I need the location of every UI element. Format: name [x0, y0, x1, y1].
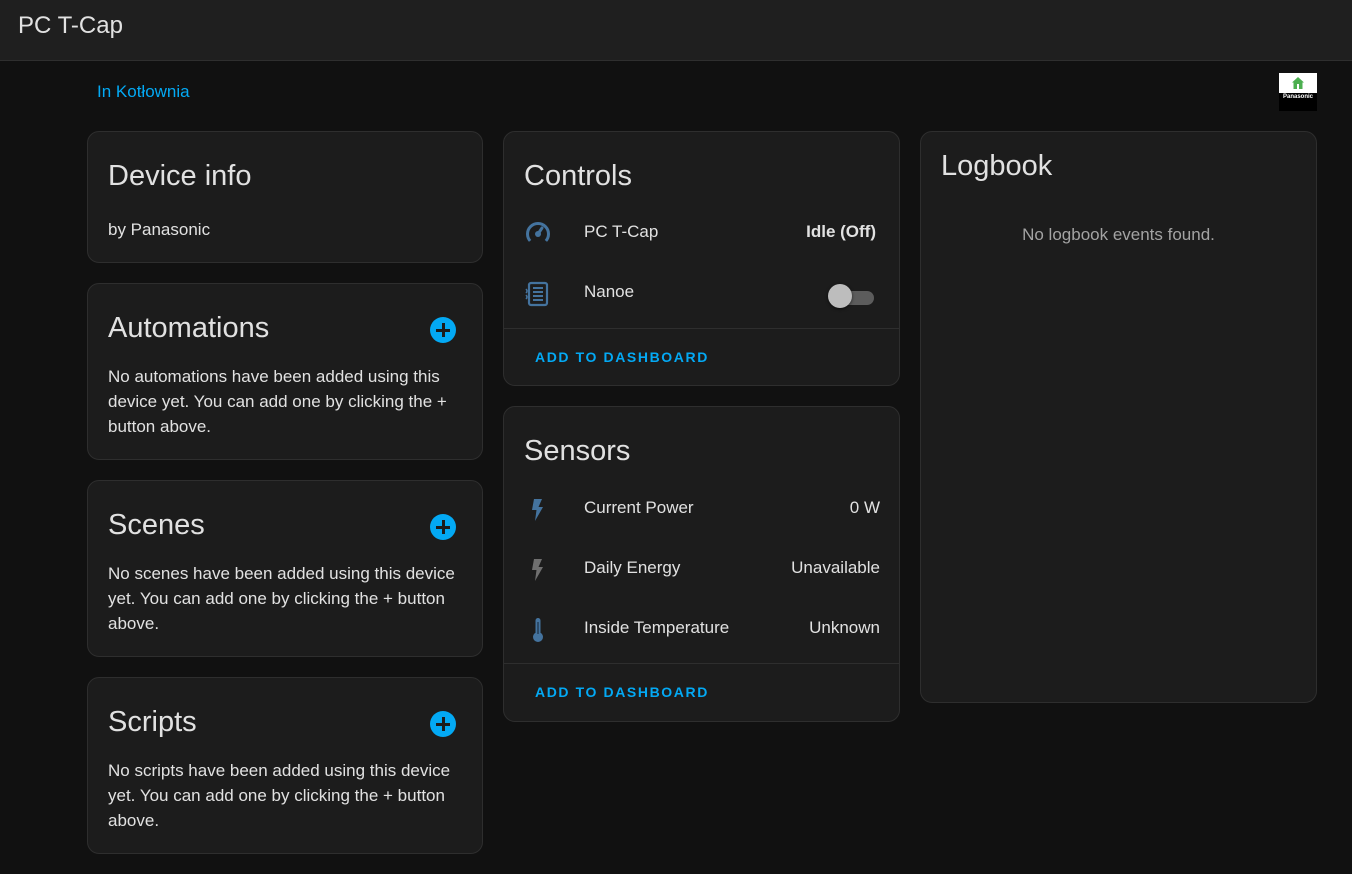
add-to-dashboard-button[interactable]: ADD TO DASHBOARD: [535, 684, 709, 700]
add-automation-button[interactable]: [430, 317, 456, 343]
entity-state: 0 W: [849, 498, 880, 517]
divider: [504, 663, 900, 664]
brand-logo-text: Panasonic: [1282, 94, 1313, 100]
climate-gauge-icon: [526, 222, 550, 247]
lightning-icon: [532, 559, 543, 581]
entity-row-nanoe[interactable]: Nanoe: [504, 272, 900, 312]
scripts-empty-text: No scripts have been added using this de…: [108, 761, 451, 830]
entity-name: Daily Energy: [584, 558, 681, 577]
air-filter-icon: [525, 281, 549, 307]
logbook-card: Logbook No logbook events found.: [920, 131, 1317, 703]
entity-name: PC T-Cap: [584, 222, 659, 241]
nanoe-toggle[interactable]: [828, 284, 876, 308]
entity-name: Current Power: [584, 498, 694, 517]
lightning-icon: [532, 499, 543, 521]
scenes-card: Scenes No scenes have been added using t…: [87, 480, 483, 657]
thermometer-icon: [533, 618, 543, 642]
manufacturer-text: by Panasonic: [108, 220, 211, 239]
scenes-empty-text: No scenes have been added using this dev…: [108, 564, 455, 633]
area-link[interactable]: In Kotłownia: [97, 82, 190, 102]
logbook-empty-text: No logbook events found.: [1022, 225, 1215, 244]
automations-empty-text: No automations have been added using thi…: [108, 367, 447, 436]
device-info-title: Device info: [108, 160, 252, 192]
controls-card: Controls PC T-Cap Idle (Off) Nanoe ADD T…: [503, 131, 900, 386]
top-app-bar: PC T-Cap: [0, 0, 1352, 61]
entity-name: Nanoe: [584, 282, 635, 301]
entity-row-climate[interactable]: PC T-Cap Idle (Off): [504, 212, 900, 252]
device-info-card: Device info by Panasonic: [87, 131, 483, 263]
entity-state: Idle (Off): [806, 222, 876, 241]
automations-title: Automations: [108, 312, 270, 344]
entity-row-current-power[interactable]: Current Power 0 W: [504, 488, 900, 528]
house-icon: [1292, 77, 1304, 89]
scripts-card: Scripts No scripts have been added using…: [87, 677, 483, 854]
scripts-title: Scripts: [108, 706, 197, 738]
logbook-title: Logbook: [941, 150, 1053, 182]
sensors-card: Sensors Current Power 0 W Daily Energy U…: [503, 406, 900, 722]
page-title: PC T-Cap: [18, 12, 123, 39]
add-to-dashboard-button[interactable]: ADD TO DASHBOARD: [535, 349, 709, 365]
automations-card: Automations No automations have been add…: [87, 283, 483, 460]
brand-logo: Panasonic: [1279, 73, 1317, 111]
divider: [504, 328, 900, 329]
sensors-title: Sensors: [524, 435, 631, 467]
entity-row-inside-temperature[interactable]: Inside Temperature Unknown: [504, 608, 900, 648]
add-script-button[interactable]: [430, 711, 456, 737]
scenes-title: Scenes: [108, 509, 205, 541]
entity-state: Unavailable: [791, 558, 880, 577]
entity-name: Inside Temperature: [584, 618, 730, 637]
entity-row-daily-energy[interactable]: Daily Energy Unavailable: [504, 548, 900, 588]
controls-title: Controls: [524, 160, 632, 192]
entity-state: Unknown: [809, 618, 880, 637]
add-scene-button[interactable]: [430, 514, 456, 540]
